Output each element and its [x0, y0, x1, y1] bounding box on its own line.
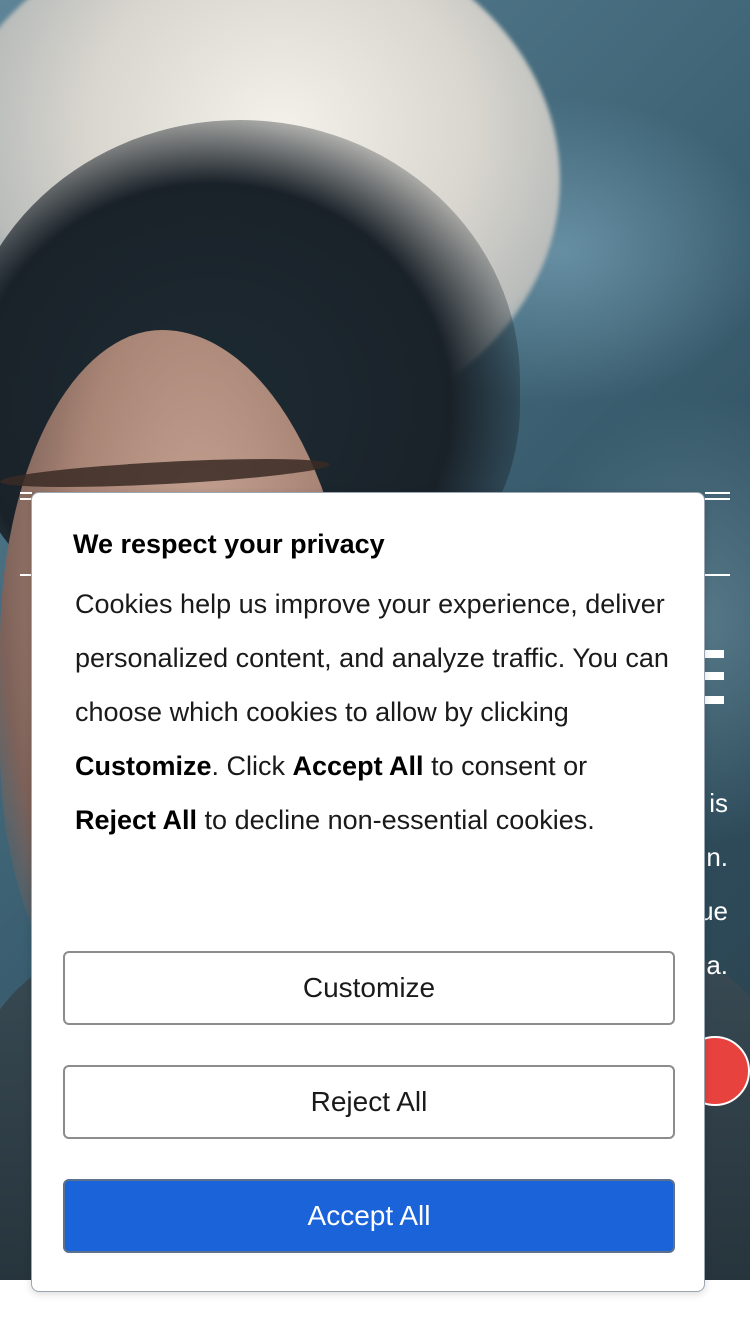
accept-all-button[interactable]: Accept All	[63, 1179, 675, 1253]
consent-body-reject-emphasis: Reject All	[75, 805, 198, 835]
consent-body-part: Cookies help us improve your experience,…	[75, 589, 669, 727]
page: is n. ue a. We respect your privacy Cook…	[0, 0, 750, 1334]
consent-body-part: . Click	[211, 751, 293, 781]
cookie-consent-dialog: We respect your privacy Cookies help us …	[31, 492, 705, 1292]
consent-title: We respect your privacy	[73, 529, 385, 559]
customize-button[interactable]: Customize	[63, 951, 675, 1025]
consent-body-accept-emphasis: Accept All	[292, 751, 424, 781]
consent-body-part: to decline non-essential cookies.	[197, 805, 595, 835]
consent-body-customize-emphasis: Customize	[75, 751, 212, 781]
consent-body-part: to consent or	[423, 751, 588, 781]
consent-body-text: Cookies help us improve your experience,…	[75, 577, 675, 847]
reject-all-button[interactable]: Reject All	[63, 1065, 675, 1139]
